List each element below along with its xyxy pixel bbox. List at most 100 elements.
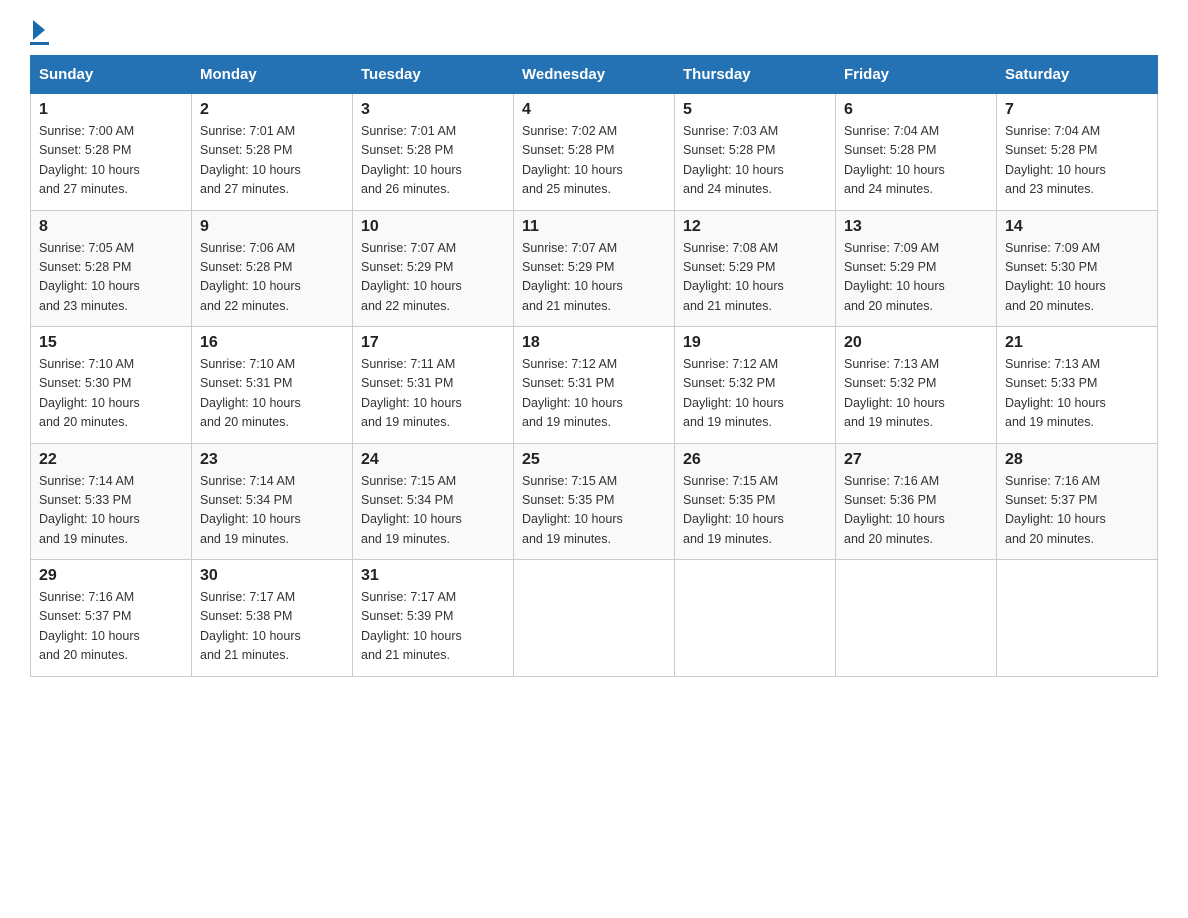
day-info: Sunrise: 7:17 AMSunset: 5:38 PMDaylight:… <box>200 588 344 666</box>
day-info: Sunrise: 7:02 AMSunset: 5:28 PMDaylight:… <box>522 122 666 200</box>
calendar-cell: 9Sunrise: 7:06 AMSunset: 5:28 PMDaylight… <box>192 210 353 327</box>
day-info: Sunrise: 7:15 AMSunset: 5:34 PMDaylight:… <box>361 472 505 550</box>
calendar-cell: 2 Sunrise: 7:01 AMSunset: 5:28 PMDaylight… <box>192 94 353 211</box>
calendar-cell: 17 Sunrise: 7:11 AMSunset: 5:31 PMDayligh… <box>353 327 514 444</box>
day-info: Sunrise: 7:14 AMSunset: 5:34 PMDaylight:… <box>200 472 344 550</box>
calendar-cell: 1 Sunrise: 7:00 AMSunset: 5:28 PMDaylight… <box>31 94 192 211</box>
calendar-cell: 10 Sunrise: 7:07 AMSunset: 5:29 PMDayligh… <box>353 210 514 327</box>
day-info: Sunrise: 7:07 AMSunset: 5:29 PMDaylight:… <box>361 239 505 317</box>
calendar-cell: 18 Sunrise: 7:12 AMSunset: 5:31 PMDayligh… <box>514 327 675 444</box>
calendar-cell: 4 Sunrise: 7:02 AMSunset: 5:28 PMDaylight… <box>514 94 675 211</box>
day-number: 5 <box>683 101 827 119</box>
logo-general-text <box>30 20 49 40</box>
col-header-thursday: Thursday <box>675 56 836 94</box>
calendar-cell: 14 Sunrise: 7:09 AMSunset: 5:30 PMDayligh… <box>997 210 1158 327</box>
day-info: Sunrise: 7:09 AMSunset: 5:30 PMDaylight:… <box>1005 239 1149 317</box>
day-number: 20 <box>844 334 988 352</box>
day-info: Sunrise: 7:01 AMSunset: 5:28 PMDaylight:… <box>361 122 505 200</box>
col-header-saturday: Saturday <box>997 56 1158 94</box>
calendar-table: SundayMondayTuesdayWednesdayThursdayFrid… <box>30 55 1158 677</box>
calendar-cell: 12 Sunrise: 7:08 AMSunset: 5:29 PMDayligh… <box>675 210 836 327</box>
day-number: 3 <box>361 101 505 119</box>
calendar-cell: 7Sunrise: 7:04 AMSunset: 5:28 PMDaylight… <box>997 94 1158 211</box>
day-number: 24 <box>361 451 505 469</box>
day-number: 6 <box>844 101 988 119</box>
calendar-cell: 24 Sunrise: 7:15 AMSunset: 5:34 PMDayligh… <box>353 443 514 560</box>
logo-underline <box>30 42 49 45</box>
day-info: Sunrise: 7:15 AMSunset: 5:35 PMDaylight:… <box>683 472 827 550</box>
calendar-cell: 31 Sunrise: 7:17 AMSunset: 5:39 PMDayligh… <box>353 560 514 677</box>
day-number: 19 <box>683 334 827 352</box>
day-number: 16 <box>200 334 344 352</box>
calendar-cell: 27Sunrise: 7:16 AMSunset: 5:36 PMDayligh… <box>836 443 997 560</box>
day-number: 4 <box>522 101 666 119</box>
day-number: 28 <box>1005 451 1149 469</box>
day-number: 14 <box>1005 218 1149 236</box>
day-number: 1 <box>39 101 183 119</box>
page-header <box>30 20 1158 45</box>
calendar-cell: 21 Sunrise: 7:13 AMSunset: 5:33 PMDayligh… <box>997 327 1158 444</box>
day-info: Sunrise: 7:12 AMSunset: 5:31 PMDaylight:… <box>522 355 666 433</box>
day-info: Sunrise: 7:08 AMSunset: 5:29 PMDaylight:… <box>683 239 827 317</box>
calendar-week-row: 15 Sunrise: 7:10 AMSunset: 5:30 PMDayligh… <box>31 327 1158 444</box>
day-number: 22 <box>39 451 183 469</box>
day-info: Sunrise: 7:04 AMSunset: 5:28 PMDaylight:… <box>1005 122 1149 200</box>
day-number: 30 <box>200 567 344 585</box>
day-info: Sunrise: 7:01 AMSunset: 5:28 PMDaylight:… <box>200 122 344 200</box>
day-info: Sunrise: 7:07 AMSunset: 5:29 PMDaylight:… <box>522 239 666 317</box>
day-info: Sunrise: 7:13 AMSunset: 5:32 PMDaylight:… <box>844 355 988 433</box>
day-info: Sunrise: 7:12 AMSunset: 5:32 PMDaylight:… <box>683 355 827 433</box>
calendar-cell: 22Sunrise: 7:14 AMSunset: 5:33 PMDayligh… <box>31 443 192 560</box>
calendar-cell: 15 Sunrise: 7:10 AMSunset: 5:30 PMDayligh… <box>31 327 192 444</box>
day-number: 15 <box>39 334 183 352</box>
day-info: Sunrise: 7:13 AMSunset: 5:33 PMDaylight:… <box>1005 355 1149 433</box>
day-info: Sunrise: 7:09 AMSunset: 5:29 PMDaylight:… <box>844 239 988 317</box>
day-number: 12 <box>683 218 827 236</box>
calendar-cell: 23Sunrise: 7:14 AMSunset: 5:34 PMDayligh… <box>192 443 353 560</box>
logo-arrow-icon <box>33 20 45 40</box>
calendar-cell: 13 Sunrise: 7:09 AMSunset: 5:29 PMDayligh… <box>836 210 997 327</box>
calendar-cell: 20 Sunrise: 7:13 AMSunset: 5:32 PMDayligh… <box>836 327 997 444</box>
day-number: 29 <box>39 567 183 585</box>
day-info: Sunrise: 7:10 AMSunset: 5:30 PMDaylight:… <box>39 355 183 433</box>
day-number: 13 <box>844 218 988 236</box>
day-number: 27 <box>844 451 988 469</box>
calendar-cell: 29Sunrise: 7:16 AMSunset: 5:37 PMDayligh… <box>31 560 192 677</box>
day-info: Sunrise: 7:17 AMSunset: 5:39 PMDaylight:… <box>361 588 505 666</box>
calendar-cell: 30 Sunrise: 7:17 AMSunset: 5:38 PMDayligh… <box>192 560 353 677</box>
calendar-cell: 26 Sunrise: 7:15 AMSunset: 5:35 PMDayligh… <box>675 443 836 560</box>
calendar-cell <box>836 560 997 677</box>
day-info: Sunrise: 7:11 AMSunset: 5:31 PMDaylight:… <box>361 355 505 433</box>
day-number: 11 <box>522 218 666 236</box>
day-info: Sunrise: 7:00 AMSunset: 5:28 PMDaylight:… <box>39 122 183 200</box>
calendar-cell: 6Sunrise: 7:04 AMSunset: 5:28 PMDaylight… <box>836 94 997 211</box>
day-number: 18 <box>522 334 666 352</box>
calendar-week-row: 22Sunrise: 7:14 AMSunset: 5:33 PMDayligh… <box>31 443 1158 560</box>
day-number: 31 <box>361 567 505 585</box>
calendar-cell: 5 Sunrise: 7:03 AMSunset: 5:28 PMDaylight… <box>675 94 836 211</box>
calendar-cell <box>514 560 675 677</box>
col-header-sunday: Sunday <box>31 56 192 94</box>
calendar-cell: 28 Sunrise: 7:16 AMSunset: 5:37 PMDayligh… <box>997 443 1158 560</box>
day-number: 17 <box>361 334 505 352</box>
calendar-cell: 11 Sunrise: 7:07 AMSunset: 5:29 PMDayligh… <box>514 210 675 327</box>
day-info: Sunrise: 7:15 AMSunset: 5:35 PMDaylight:… <box>522 472 666 550</box>
day-info: Sunrise: 7:16 AMSunset: 5:37 PMDaylight:… <box>1005 472 1149 550</box>
calendar-week-row: 29Sunrise: 7:16 AMSunset: 5:37 PMDayligh… <box>31 560 1158 677</box>
day-number: 21 <box>1005 334 1149 352</box>
day-info: Sunrise: 7:06 AMSunset: 5:28 PMDaylight:… <box>200 239 344 317</box>
calendar-cell: 3 Sunrise: 7:01 AMSunset: 5:28 PMDaylight… <box>353 94 514 211</box>
day-number: 25 <box>522 451 666 469</box>
day-number: 8 <box>39 218 183 236</box>
day-info: Sunrise: 7:03 AMSunset: 5:28 PMDaylight:… <box>683 122 827 200</box>
logo <box>30 20 49 45</box>
calendar-week-row: 8Sunrise: 7:05 AMSunset: 5:28 PMDaylight… <box>31 210 1158 327</box>
day-number: 10 <box>361 218 505 236</box>
day-number: 2 <box>200 101 344 119</box>
col-header-monday: Monday <box>192 56 353 94</box>
calendar-week-row: 1 Sunrise: 7:00 AMSunset: 5:28 PMDaylight… <box>31 94 1158 211</box>
calendar-cell <box>675 560 836 677</box>
calendar-cell: 16Sunrise: 7:10 AMSunset: 5:31 PMDayligh… <box>192 327 353 444</box>
calendar-cell: 25 Sunrise: 7:15 AMSunset: 5:35 PMDayligh… <box>514 443 675 560</box>
day-number: 26 <box>683 451 827 469</box>
